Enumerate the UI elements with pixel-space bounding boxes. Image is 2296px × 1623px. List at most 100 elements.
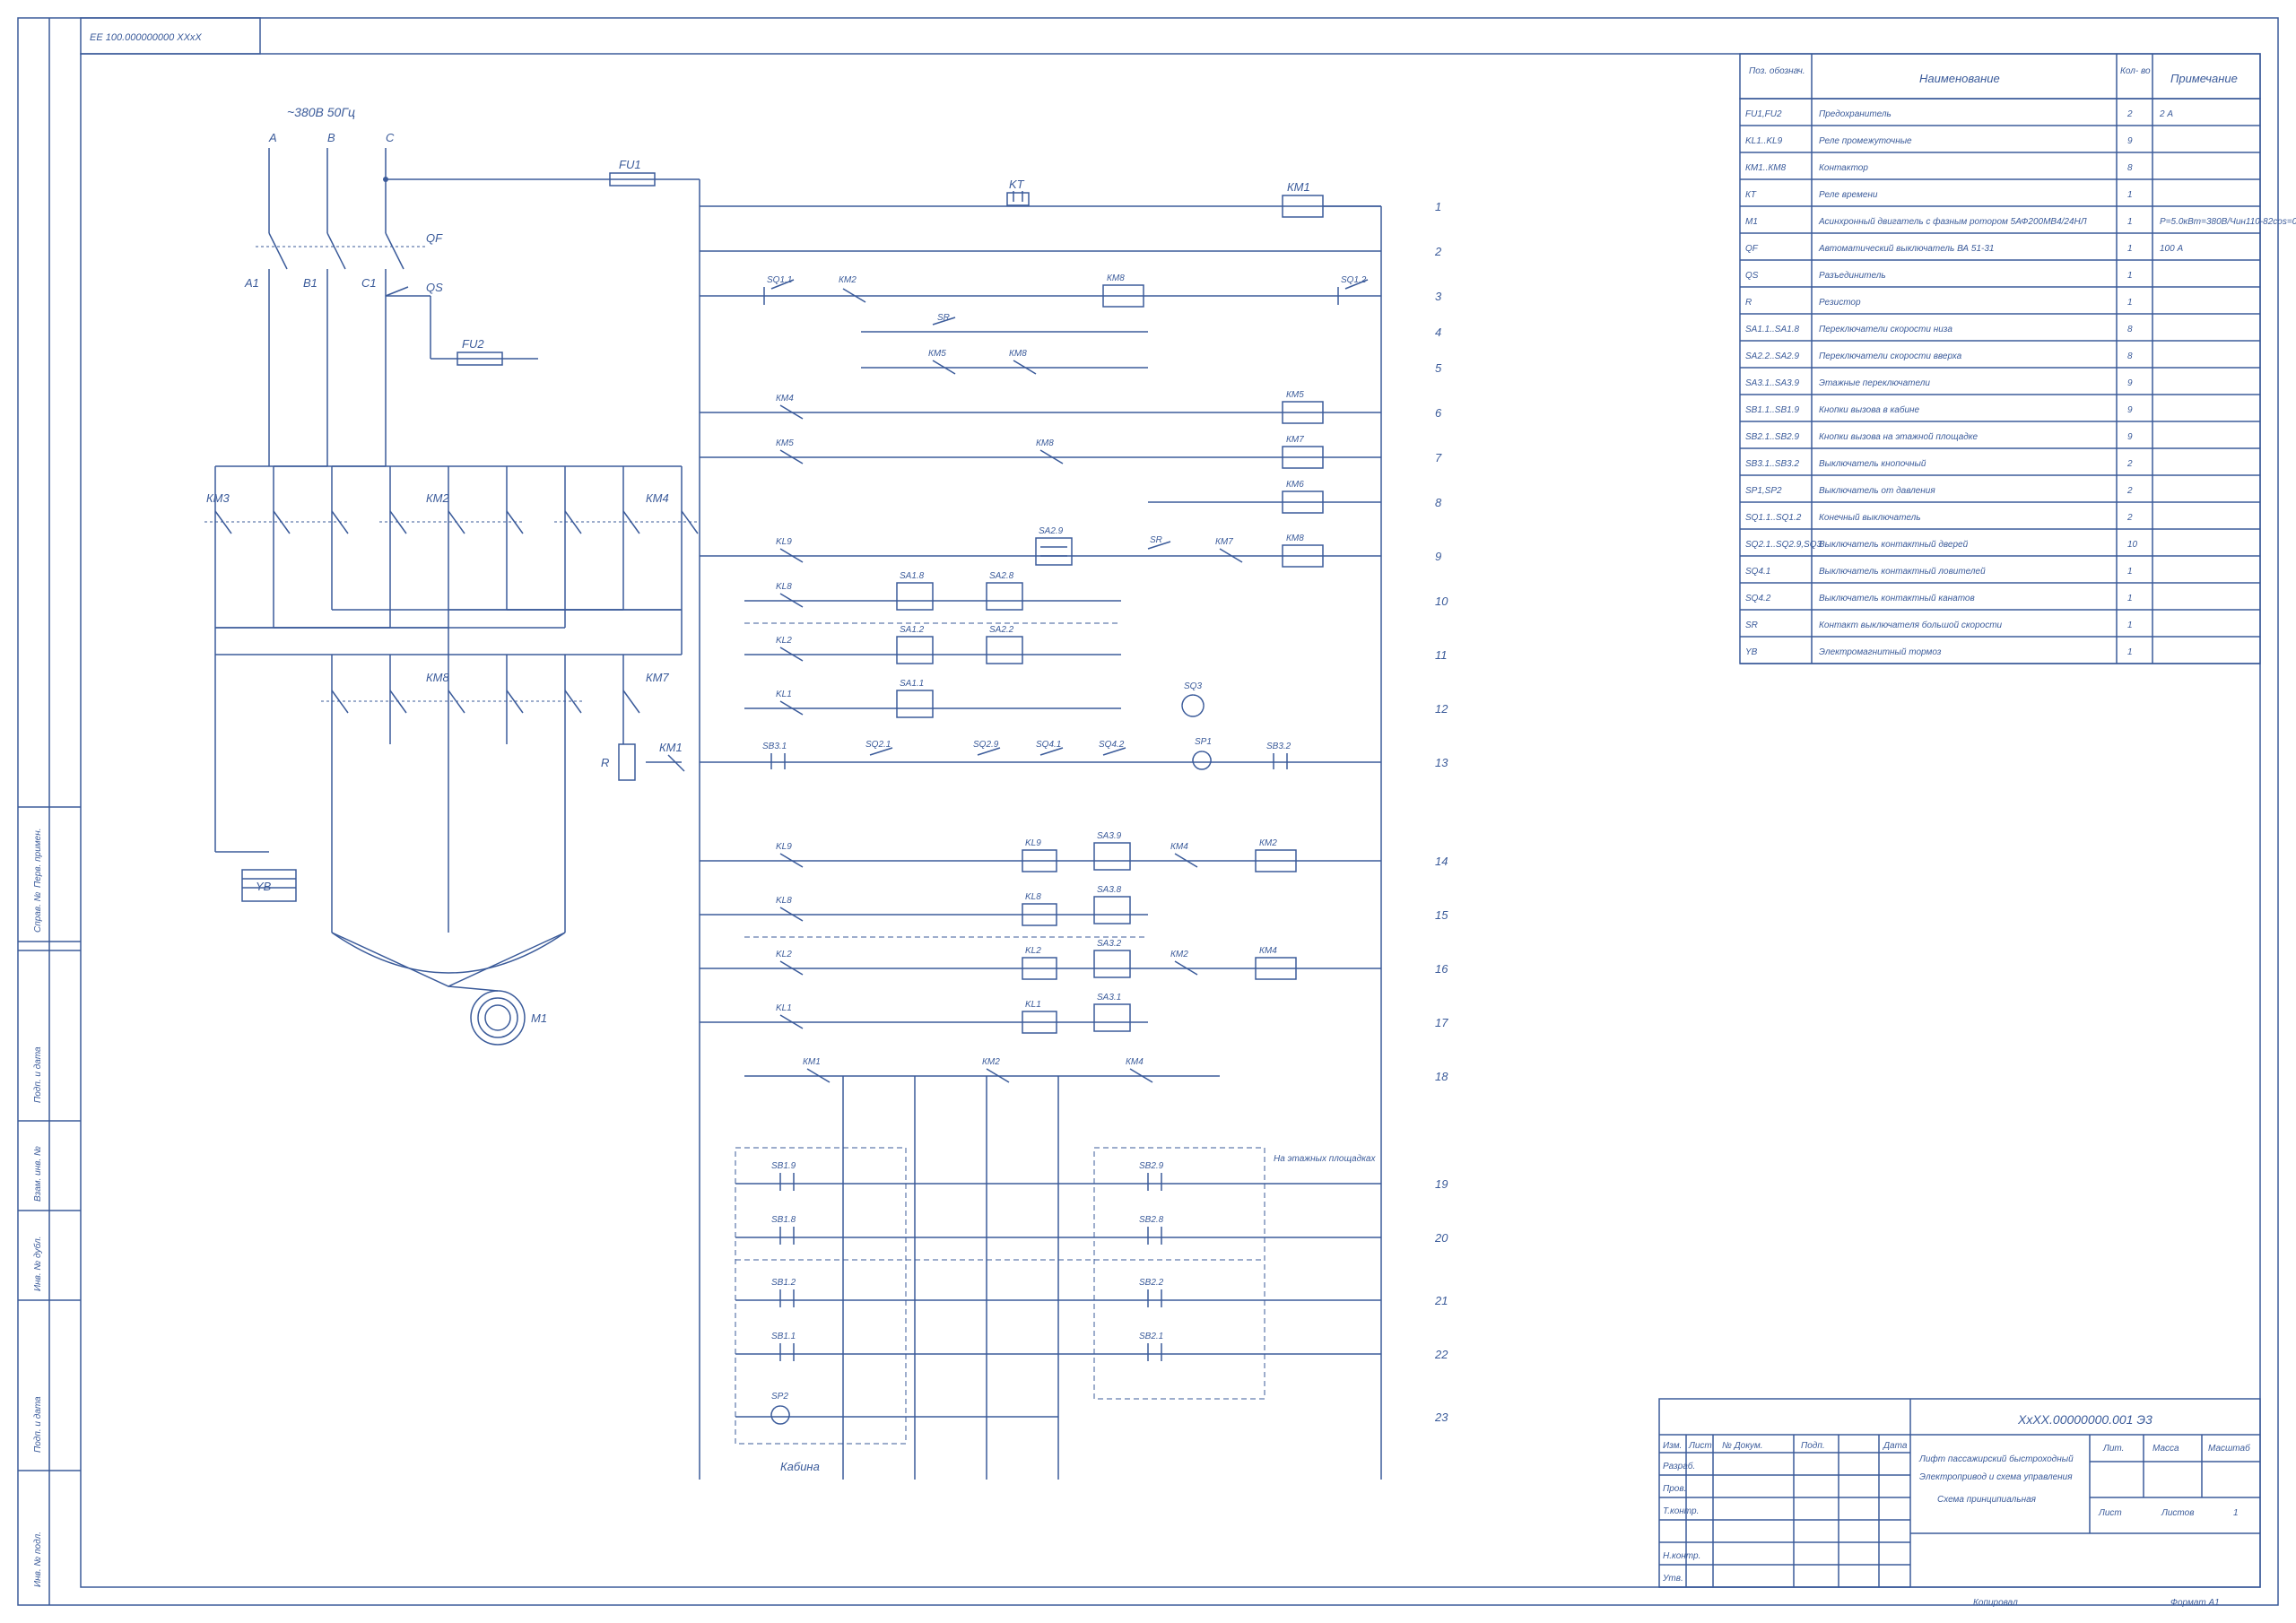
svg-text:Перв. примен.: Перв. примен. [33, 829, 43, 888]
svg-text:2: 2 [2126, 486, 2133, 496]
svg-text:1: 1 [2127, 217, 2133, 227]
svg-text:SB2.2: SB2.2 [1139, 1278, 1164, 1288]
svg-text:SA1.8: SA1.8 [900, 571, 925, 581]
svg-text:1: 1 [2127, 647, 2133, 657]
svg-text:Кабина: Кабина [780, 1460, 820, 1473]
svg-text:КМ7: КМ7 [646, 671, 669, 684]
svg-text:KL2: KL2 [1025, 946, 1041, 956]
svg-text:Асинхронный двигатель с фазным: Асинхронный двигатель с фазным ротором 5… [1818, 216, 2087, 227]
svg-text:14: 14 [1435, 855, 1448, 868]
title-block: ХхХХ.00000000.001 Э3 Изм. Лист № Докум. … [1659, 1399, 2260, 1587]
svg-text:21: 21 [1434, 1294, 1448, 1307]
svg-text:КМ1: КМ1 [659, 741, 683, 754]
svg-text:2: 2 [1434, 245, 1442, 258]
svg-text:Инв. № подл.: Инв. № подл. [33, 1532, 43, 1587]
svg-text:На этажных площадках: На этажных площадках [1274, 1154, 1376, 1164]
svg-text:SB2.1..SB2.9: SB2.1..SB2.9 [1745, 432, 1799, 442]
svg-text:9: 9 [2127, 432, 2133, 442]
svg-text:SQ2.1..SQ2.9,SQ3: SQ2.1..SQ2.9,SQ3 [1745, 540, 1822, 550]
svg-text:8: 8 [2127, 163, 2133, 173]
schematic-drawing: ЕЕ 100.000000000 ХХхХ Перв. примен. Спра… [0, 0, 2296, 1623]
svg-text:SB1.2: SB1.2 [771, 1278, 796, 1288]
svg-text:SA3.9: SA3.9 [1097, 831, 1122, 841]
svg-text:Масса: Масса [2152, 1444, 2179, 1454]
svg-text:Контактор: Контактор [1819, 163, 1868, 173]
svg-text:20: 20 [1434, 1231, 1448, 1245]
svg-text:SQ4.1: SQ4.1 [1036, 740, 1061, 750]
svg-text:КМ4: КМ4 [646, 491, 669, 505]
svg-text:1: 1 [2127, 567, 2133, 577]
svg-text:Листов: Листов [2161, 1508, 2194, 1518]
svg-text:KL9: KL9 [776, 537, 792, 547]
svg-text:SB2.1: SB2.1 [1139, 1332, 1163, 1341]
svg-text:1: 1 [2127, 594, 2133, 603]
svg-text:SB2.8: SB2.8 [1139, 1215, 1164, 1225]
svg-text:10: 10 [1435, 595, 1448, 608]
svg-text:Подп. и дата: Подп. и дата [33, 1046, 43, 1103]
svg-text:Кол- во: Кол- во [2120, 66, 2151, 76]
svg-text:SB1.9: SB1.9 [771, 1161, 796, 1171]
svg-text:SB2.9: SB2.9 [1139, 1161, 1164, 1171]
svg-text:КМ4: КМ4 [1126, 1057, 1144, 1067]
svg-text:SA3.1: SA3.1 [1097, 993, 1121, 1002]
svg-text:KL1..KL9: KL1..KL9 [1745, 136, 1783, 146]
svg-text:KL9: KL9 [776, 842, 792, 852]
svg-text:Копировал: Копировал [1973, 1598, 2018, 1608]
svg-text:1: 1 [2127, 244, 2133, 254]
svg-text:Схема принципиальная: Схема принципиальная [1937, 1495, 2037, 1505]
svg-text:R: R [1745, 298, 1752, 308]
svg-text:SP1,SP2: SP1,SP2 [1745, 486, 1782, 496]
svg-text:QF: QF [426, 231, 443, 245]
svg-text:КМ5: КМ5 [776, 438, 794, 448]
svg-text:Лист: Лист [2098, 1508, 2122, 1518]
svg-text:23: 23 [1434, 1410, 1448, 1424]
svg-text:SA1.2: SA1.2 [900, 625, 925, 635]
svg-text:1: 1 [2127, 271, 2133, 281]
svg-text:SB3.2: SB3.2 [1266, 742, 1292, 751]
svg-text:Подп.: Подп. [1801, 1441, 1825, 1451]
svg-text:QF: QF [1745, 244, 1759, 254]
svg-text:2: 2 [2126, 109, 2133, 119]
svg-text:КМ1: КМ1 [803, 1057, 821, 1067]
svg-text:7: 7 [1435, 451, 1442, 464]
svg-text:Поз. обознач.: Поз. обознач. [1749, 65, 1805, 76]
svg-text:КМ2: КМ2 [839, 275, 857, 285]
svg-text:SQ4.2: SQ4.2 [1099, 740, 1125, 750]
svg-text:3: 3 [1435, 290, 1442, 303]
svg-text:Лист: Лист [1688, 1441, 1712, 1451]
svg-text:Выключатель контактный канатов: Выключатель контактный канатов [1819, 594, 1975, 603]
svg-text:FU1: FU1 [619, 158, 641, 171]
svg-text:КМ3: КМ3 [206, 491, 230, 505]
svg-text:KL8: KL8 [776, 582, 792, 592]
svg-text:13: 13 [1435, 756, 1448, 769]
svg-text:9: 9 [1435, 550, 1441, 563]
svg-text:SQ1.1: SQ1.1 [767, 275, 792, 285]
svg-text:1: 1 [2233, 1508, 2239, 1518]
svg-text:SP2: SP2 [771, 1392, 788, 1402]
svg-text:M1: M1 [531, 1011, 547, 1025]
svg-text:КМ2: КМ2 [982, 1057, 1000, 1067]
svg-text:КМ5: КМ5 [928, 349, 946, 359]
svg-text:KL1: KL1 [1025, 1000, 1041, 1010]
svg-text:КМ7: КМ7 [1286, 435, 1304, 445]
svg-text:QS: QS [1745, 271, 1759, 281]
svg-text:Реле промежуточные: Реле промежуточные [1819, 136, 1912, 146]
svg-text:1: 1 [2127, 190, 2133, 200]
svg-text:A1: A1 [244, 276, 259, 290]
svg-text:1: 1 [2127, 298, 2133, 308]
control-rows: 2 SQ1.1 КМ2 КМ8 SQ1.2 3 SR 4 КМ5 КМ8 5 К… [700, 245, 1448, 1480]
svg-text:Лифт пассажирский быстроходный: Лифт пассажирский быстроходный [1918, 1454, 2074, 1464]
svg-text:QS: QS [426, 281, 443, 294]
svg-text:SQ2.1: SQ2.1 [865, 740, 891, 750]
svg-text:SR: SR [1745, 621, 1758, 630]
svg-text:2: 2 [2126, 513, 2133, 523]
svg-text:SR: SR [937, 313, 950, 323]
svg-text:КМ6: КМ6 [1286, 480, 1304, 490]
svg-text:SA2.2: SA2.2 [989, 625, 1014, 635]
svg-text:16: 16 [1435, 962, 1448, 976]
svg-text:11: 11 [1435, 648, 1448, 662]
svg-text:Подп. и дата: Подп. и дата [33, 1396, 43, 1453]
svg-text:КМ8: КМ8 [1009, 349, 1027, 359]
svg-text:Резистор: Резистор [1819, 298, 1861, 308]
svg-text:SA3.1..SA3.9: SA3.1..SA3.9 [1745, 378, 1799, 388]
